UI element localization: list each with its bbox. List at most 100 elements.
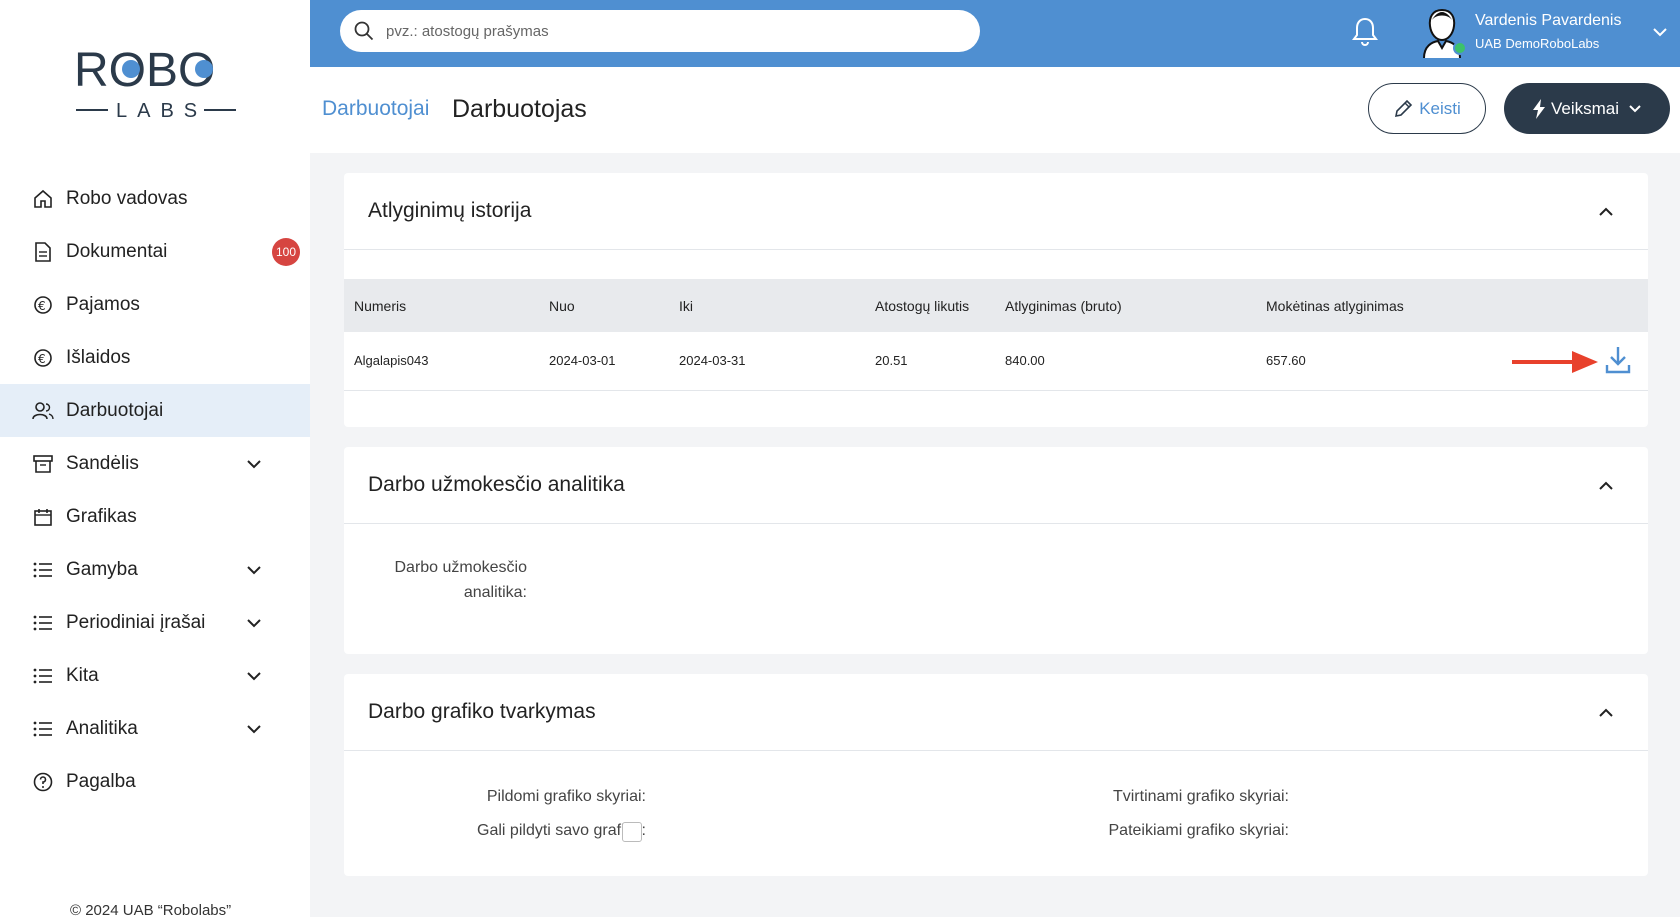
sidebar-item-kita[interactable]: Kita (0, 649, 310, 702)
salary-analytics-card: Darbo užmokesčio analitika Darbo užmokes… (344, 447, 1648, 654)
page-title: Darbuotojas (452, 95, 587, 123)
sidebar-item-label: Grafikas (66, 505, 137, 527)
sidebar-item-pagalba[interactable]: Pagalba (0, 755, 310, 808)
list-icon (32, 665, 54, 687)
calendar-icon (32, 506, 54, 528)
fill-sections-label: Pildomi grafiko skyriai: (486, 788, 646, 805)
table-row: Algalapis043 2024-03-01 2024-03-31 20.51… (344, 332, 1648, 391)
payslip-number: Algalapis043 (344, 332, 539, 391)
sidebar-item-label: Analitika (66, 717, 138, 739)
sidebar: ROBO LABS Robo vadovas Dokumentai 100 € … (0, 0, 310, 917)
sidebar-item-label: Pajamos (66, 293, 140, 315)
download-icon[interactable] (1604, 345, 1632, 375)
table-header-row: Numeris Nuo Iki Atostogų likutis Atlygin… (344, 279, 1648, 332)
list-icon (32, 612, 54, 634)
svg-text:ROBO: ROBO (76, 44, 215, 97)
edit-button-label: Keisti (1419, 98, 1461, 118)
sidebar-item-robo-vadovas[interactable]: Robo vadovas (0, 172, 310, 225)
online-status-dot (1453, 41, 1467, 55)
sidebar-item-label: Išlaidos (66, 346, 131, 368)
column-header: Atlyginimas (bruto) (995, 279, 1256, 332)
company-name: UAB DemoRoboLabs (1475, 36, 1600, 51)
net-salary: 657.60 (1256, 332, 1486, 391)
search-input[interactable] (386, 22, 946, 40)
sidebar-item-label: Darbuotojai (66, 399, 164, 421)
lightning-icon (1532, 98, 1545, 119)
chevron-down-icon[interactable] (1650, 22, 1670, 42)
chevron-down-icon[interactable] (245, 561, 263, 579)
sidebar-item-islaidos[interactable]: € Išlaidos (0, 331, 310, 384)
list-icon (32, 718, 54, 740)
download-cell (1486, 332, 1648, 391)
top-bar: Vardenis Pavardenis UAB DemoRoboLabs (310, 0, 1680, 67)
chevron-up-icon[interactable] (1597, 704, 1615, 722)
column-header-empty (1486, 279, 1648, 332)
sidebar-item-dokumentai[interactable]: Dokumentai 100 (0, 225, 310, 278)
copyright: © 2024 UAB “Robolabs” (70, 902, 232, 917)
actions-button[interactable]: Veiksmai (1504, 83, 1670, 134)
chevron-down-icon[interactable] (245, 667, 263, 685)
column-header: Numeris (344, 279, 539, 332)
home-icon (32, 188, 54, 210)
chevron-up-icon[interactable] (1597, 477, 1615, 495)
sidebar-item-label: Kita (66, 664, 99, 686)
search-box[interactable] (340, 10, 980, 52)
svg-text:LABS: LABS (116, 100, 207, 122)
column-header: Mokėtinas atlyginimas (1256, 279, 1486, 332)
salary-history-header[interactable]: Atlyginimų istorija (344, 173, 1648, 250)
analytics-label-line2: analitika: (463, 584, 527, 601)
document-icon (32, 241, 54, 263)
gross-salary: 840.00 (995, 332, 1256, 391)
chevron-down-icon[interactable] (245, 614, 263, 632)
sidebar-item-label: Periodiniai įrašai (66, 611, 206, 633)
column-header: Atostogų likutis (865, 279, 995, 332)
chevron-down-icon (1629, 104, 1641, 112)
sidebar-item-gamyba[interactable]: Gamyba (0, 543, 310, 596)
schedule-management-header[interactable]: Darbo grafiko tvarkymas (344, 674, 1648, 751)
edit-button[interactable]: Keisti (1368, 83, 1486, 134)
breadcrumb-darbuotojai[interactable]: Darbuotojai (322, 97, 429, 121)
salary-history-table: Numeris Nuo Iki Atostogų likutis Atlygin… (344, 279, 1648, 391)
date-from: 2024-03-01 (539, 332, 669, 391)
actions-button-label: Veiksmai (1550, 98, 1620, 118)
chevron-up-icon[interactable] (1597, 203, 1615, 221)
date-to: 2024-03-31 (669, 332, 865, 391)
submit-sections-label: Pateikiami grafiko skyriai: (1108, 822, 1290, 839)
red-arrow-pointer (1512, 351, 1598, 373)
analytics-label-line1: Darbo užmokesčio (394, 559, 528, 576)
page-header: Darbuotojai Darbuotojas Keisti Veiksmai (310, 67, 1680, 153)
vacation-balance: 20.51 (865, 332, 995, 391)
user-name[interactable]: Vardenis Pavardenis (1475, 12, 1621, 30)
sidebar-item-label: Robo vadovas (66, 187, 188, 209)
salary-history-title: Atlyginimų istorija (368, 199, 532, 222)
documents-count-badge: 100 (272, 238, 300, 266)
column-header: Iki (669, 279, 865, 332)
salary-analytics-header[interactable]: Darbo užmokesčio analitika (344, 447, 1648, 524)
pencil-icon (1395, 99, 1413, 117)
robolabs-logo[interactable]: ROBO LABS (76, 44, 236, 124)
salary-history-card: Atlyginimų istorija Numeris Nuo Iki Atos… (344, 173, 1648, 427)
sidebar-item-pajamos[interactable]: € Pajamos (0, 278, 310, 331)
archive-icon (32, 453, 54, 475)
sidebar-item-darbuotojai[interactable]: Darbuotojai (0, 384, 310, 437)
sidebar-nav: Robo vadovas Dokumentai 100 € Pajamos € … (0, 172, 310, 808)
sidebar-item-analitika[interactable]: Analitika (0, 702, 310, 755)
own-schedule-checkbox[interactable] (622, 822, 642, 842)
chevron-down-icon[interactable] (245, 455, 263, 473)
sidebar-item-label: Pagalba (66, 770, 136, 792)
sidebar-item-label: Sandėlis (66, 452, 139, 474)
svg-text:€: € (38, 352, 46, 366)
chevron-down-icon[interactable] (245, 720, 263, 738)
schedule-management-title: Darbo grafiko tvarkymas (368, 700, 596, 723)
sidebar-item-periodiniai-irasai[interactable]: Periodiniai įrašai (0, 596, 310, 649)
euro-income-icon: € (32, 294, 54, 316)
users-icon (32, 400, 54, 422)
list-icon (32, 559, 54, 581)
search-icon (354, 21, 374, 41)
approve-sections-label: Tvirtinami grafiko skyriai: (1112, 788, 1289, 805)
own-schedule-label: Gali pildyti savo grafiką: (477, 822, 646, 839)
column-header: Nuo (539, 279, 669, 332)
sidebar-item-sandelis[interactable]: Sandėlis (0, 437, 310, 490)
sidebar-item-grafikas[interactable]: Grafikas (0, 490, 310, 543)
notification-bell-icon[interactable] (1350, 15, 1380, 47)
